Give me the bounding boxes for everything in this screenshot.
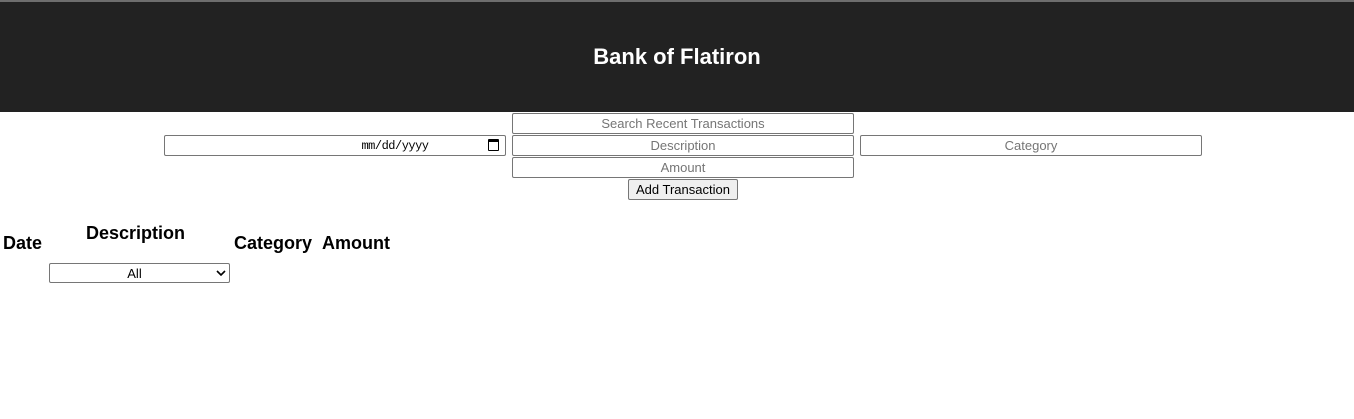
date-input[interactable]: mm/dd/yyyy: [164, 135, 506, 156]
category-input[interactable]: [860, 135, 1202, 156]
amount-input[interactable]: [512, 157, 854, 178]
app-header: Bank of Flatiron: [0, 2, 1354, 112]
app-title: Bank of Flatiron: [593, 44, 761, 69]
calendar-icon[interactable]: [488, 139, 499, 151]
column-header-description: Description: [86, 223, 186, 243]
column-header-category: Category: [234, 233, 313, 253]
date-input-placeholder: mm/dd/yyyy: [361, 138, 429, 153]
column-header-amount: Amount: [322, 233, 390, 253]
description-filter-value: All: [127, 265, 142, 281]
column-header-date: Date: [3, 233, 43, 253]
search-input[interactable]: [512, 113, 854, 134]
description-filter-select[interactable]: All: [49, 263, 230, 283]
chevron-down-icon[interactable]: [213, 264, 229, 282]
description-input[interactable]: [512, 135, 854, 156]
add-transaction-button[interactable]: Add Transaction: [628, 179, 738, 200]
